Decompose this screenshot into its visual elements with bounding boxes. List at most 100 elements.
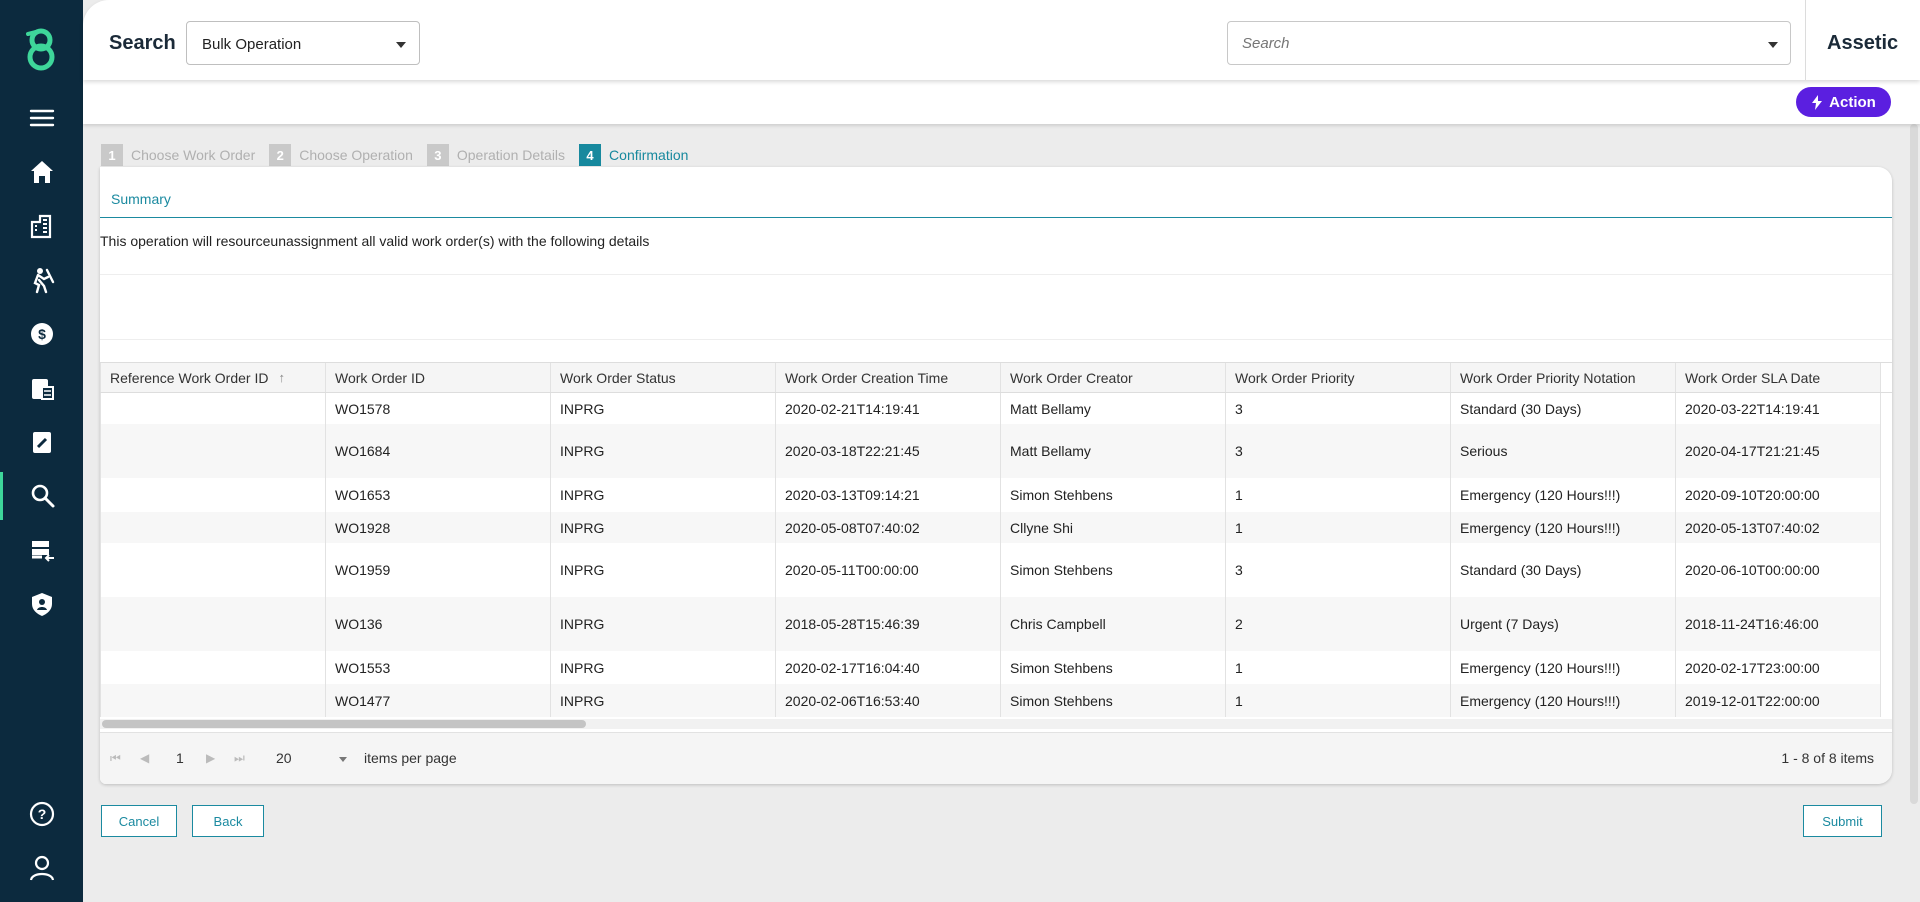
work-order-grid: Reference Work Order ID ↑ Work Order ID Wor… [100, 362, 1892, 717]
grid-header: Reference Work Order ID ↑ Work Order ID Wor… [100, 362, 1892, 393]
page-number[interactable]: 1 [176, 750, 184, 766]
table-row[interactable]: WO1578 INPRG 2020-02-21T14:19:41 Matt Bella… [100, 393, 1892, 424]
column-header[interactable]: Work Order Priority [1225, 363, 1450, 392]
chevron-down-icon [396, 42, 406, 48]
table-cell: Chris Campbell [1000, 597, 1225, 651]
submit-button[interactable]: Submit [1803, 805, 1882, 837]
step-confirmation[interactable]: 4 Confirmation [579, 144, 688, 166]
svg-text:?: ? [37, 806, 46, 822]
table-cell: 2 [1225, 597, 1450, 651]
table-cell: Standard (30 Days) [1450, 543, 1675, 597]
step-label: Operation Details [456, 147, 566, 163]
table-cell: 2020-03-13T09:14:21 [775, 478, 1000, 512]
last-page-icon[interactable]: ⏭ [234, 751, 245, 766]
table-cell: WO1684 [325, 424, 550, 478]
sidebar-item-work[interactable] [0, 256, 83, 304]
lightning-icon [1812, 94, 1823, 110]
table-row[interactable]: WO1959 INPRG 2020-05-11T00:00:00 Simon Steh… [100, 543, 1892, 597]
operation-select[interactable]: Bulk Operation [186, 21, 420, 65]
next-page-icon[interactable]: ▶ [206, 751, 215, 765]
top-header: Search Bulk Operation Assetic [83, 0, 1920, 80]
table-cell: 2020-09-10T20:00:00 [1675, 478, 1880, 512]
table-row[interactable]: WO1684 INPRG 2020-03-18T22:21:45 Matt Bella… [100, 424, 1892, 478]
svg-text:$: $ [38, 326, 46, 342]
sidebar-item-help[interactable]: ? [0, 790, 83, 838]
tab-summary[interactable]: Summary [111, 191, 171, 207]
sidebar: $ ? [0, 0, 83, 902]
cancel-button[interactable]: Cancel [101, 805, 177, 837]
vertical-scroll-thumb[interactable] [1910, 124, 1918, 804]
column-header[interactable]: Work Order Creator [1000, 363, 1225, 392]
table-cell: 1 [1225, 684, 1450, 717]
back-button[interactable]: Back [192, 805, 264, 837]
table-cell [100, 597, 325, 651]
column-header[interactable]: Work Order SLA Date [1675, 363, 1880, 392]
sidebar-item-search[interactable] [0, 472, 83, 520]
prev-page-icon[interactable]: ◀ [140, 751, 149, 765]
table-cell: 2020-05-13T07:40:02 [1675, 512, 1880, 543]
sidebar-item-import[interactable] [0, 526, 83, 574]
table-row[interactable]: WO1653 INPRG 2020-03-13T09:14:21 Simon Steh… [100, 478, 1892, 512]
sidebar-item-reports[interactable] [0, 364, 83, 412]
table-cell: 2020-02-17T23:00:00 [1675, 651, 1880, 684]
table-cell [100, 512, 325, 543]
table-cell: 1 [1225, 512, 1450, 543]
chevron-down-icon[interactable] [1768, 42, 1778, 48]
table-cell: Emergency (120 Hours!!!) [1450, 684, 1675, 717]
table-cell: Simon Stehbens [1000, 478, 1225, 512]
column-header[interactable]: Reference Work Order ID ↑ [100, 363, 325, 392]
sidebar-item-finance[interactable]: $ [0, 310, 83, 358]
column-header[interactable]: Work Order ID [325, 363, 550, 392]
table-row[interactable]: WO1553 INPRG 2020-02-17T16:04:40 Simon Steh… [100, 651, 1892, 684]
sidebar-item-assets[interactable] [0, 202, 83, 250]
logo-icon[interactable] [20, 26, 62, 72]
sidebar-item-tasks[interactable] [0, 418, 83, 466]
row-spacer [1880, 543, 1892, 597]
search-input[interactable] [1242, 35, 1742, 52]
chevron-down-icon[interactable] [339, 757, 347, 762]
row-spacer [1880, 512, 1892, 543]
tab-underline [100, 217, 1892, 218]
row-spacer [1880, 684, 1892, 717]
action-button[interactable]: Action [1796, 87, 1891, 117]
user-icon [29, 855, 54, 881]
column-header[interactable]: Work Order Status [550, 363, 775, 392]
global-search[interactable] [1227, 21, 1791, 65]
sort-ascending-icon[interactable]: ↑ [278, 370, 285, 385]
table-cell: INPRG [550, 543, 775, 597]
table-cell: 2020-06-10T00:00:00 [1675, 543, 1880, 597]
step-choose-operation[interactable]: 2 Choose Operation [269, 144, 413, 166]
vertical-scrollbar[interactable] [1910, 124, 1918, 804]
divider [100, 339, 1892, 340]
first-page-icon[interactable]: ⏮ [110, 751, 121, 766]
step-choose-work-order[interactable]: 1 Choose Work Order [101, 144, 255, 166]
column-header[interactable]: Work Order Creation Time [775, 363, 1000, 392]
table-cell: WO1553 [325, 651, 550, 684]
step-number: 4 [579, 144, 602, 166]
table-cell: 2020-02-17T16:04:40 [775, 651, 1000, 684]
table-row[interactable]: WO136 INPRG 2018-05-28T15:46:39 Chris Campb… [100, 597, 1892, 651]
horizontal-scroll-thumb[interactable] [102, 720, 586, 728]
sidebar-item-menu[interactable] [0, 94, 83, 142]
sidebar-item-home[interactable] [0, 148, 83, 196]
column-header[interactable]: Work Order Priority Notation [1450, 363, 1675, 392]
column-header-label: Work Order Creator [1010, 369, 1133, 386]
sidebar-item-profile[interactable] [0, 844, 83, 892]
table-cell: Emergency (120 Hours!!!) [1450, 512, 1675, 543]
table-row[interactable]: WO1477 INPRG 2020-02-06T16:53:40 Simon Steh… [100, 684, 1892, 717]
table-cell: 2018-05-28T15:46:39 [775, 597, 1000, 651]
step-operation-details[interactable]: 3 Operation Details [426, 144, 566, 166]
table-cell: 1 [1225, 651, 1450, 684]
worker-icon [32, 268, 54, 294]
table-cell: Emergency (120 Hours!!!) [1450, 478, 1675, 512]
table-cell: INPRG [550, 651, 775, 684]
pager: ⏮ ◀ 1 ▶ ⏭ 20 items per page 1 - 8 of 8 i… [100, 732, 1892, 784]
summary-description: This operation will resourceunassignment… [100, 233, 650, 249]
page-size-select[interactable]: 20 [276, 750, 292, 766]
table-cell: Matt Bellamy [1000, 393, 1225, 424]
summary-panel: Summary This operation will resourceunas… [100, 167, 1892, 784]
column-header-label: Work Order Status [560, 369, 676, 386]
sidebar-item-admin[interactable] [0, 580, 83, 628]
table-row[interactable]: WO1928 INPRG 2020-05-08T07:40:02 Cllyne Shi… [100, 512, 1892, 543]
table-cell: Emergency (120 Hours!!!) [1450, 651, 1675, 684]
